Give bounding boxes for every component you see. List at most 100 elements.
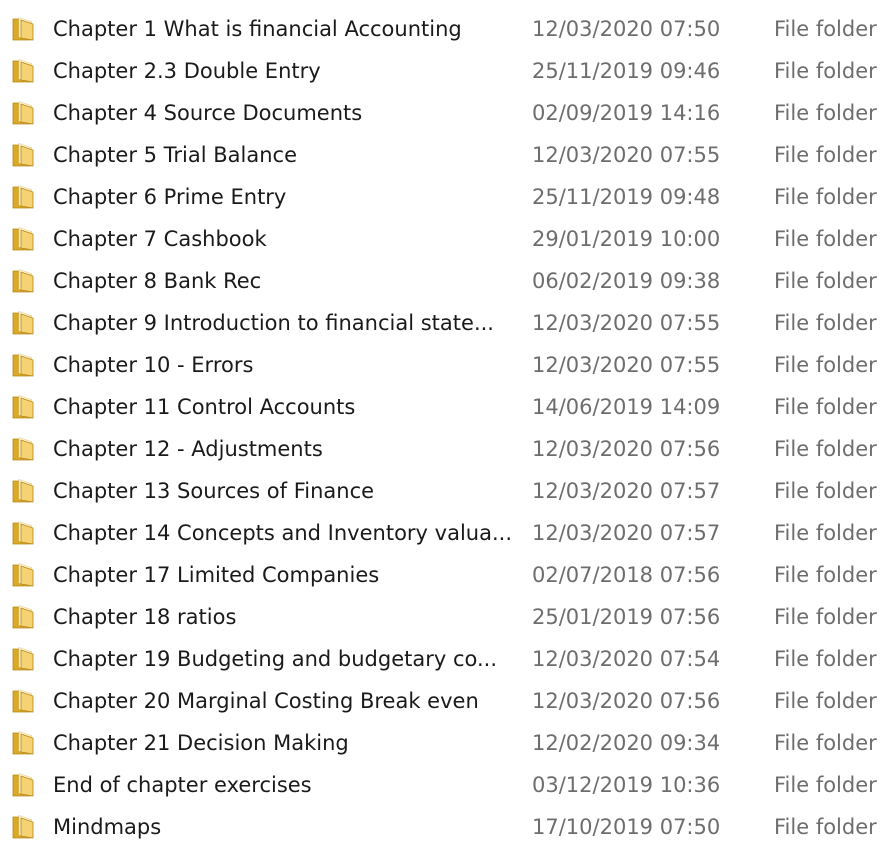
folder-icon <box>12 16 40 41</box>
date-modified: 12/03/2020 07:56 <box>532 437 721 461</box>
date-modified: 12/02/2020 09:34 <box>532 731 721 755</box>
folder-icon <box>12 394 40 419</box>
folder-icon <box>12 520 40 545</box>
file-row[interactable]: Chapter 5 Trial Balance 12/03/2020 07:55 F… <box>0 135 881 177</box>
folder-icon <box>12 268 40 293</box>
file-type: File folder <box>774 689 877 713</box>
file-type: File folder <box>774 605 877 629</box>
file-name: Chapter 11 Control Accounts <box>53 395 356 419</box>
file-name: Chapter 8 Bank Rec <box>53 269 262 293</box>
file-name: Chapter 14 Concepts and Inventory valua.… <box>53 521 512 545</box>
date-modified: 12/03/2020 07:55 <box>532 143 721 167</box>
file-type: File folder <box>774 437 877 461</box>
file-row[interactable]: Chapter 20 Marginal Costing Break even 12… <box>0 681 881 723</box>
folder-icon <box>12 226 40 251</box>
folder-icon <box>12 142 40 167</box>
file-type: File folder <box>774 773 877 797</box>
folder-icon <box>12 730 40 755</box>
date-modified: 25/11/2019 09:48 <box>532 185 721 209</box>
file-name: Chapter 21 Decision Making <box>53 731 349 755</box>
file-type: File folder <box>774 815 877 839</box>
file-name: Chapter 19 Budgeting and budgetary co... <box>53 647 498 671</box>
file-name: Chapter 13 Sources of Finance <box>53 479 375 503</box>
folder-icon <box>12 184 40 209</box>
folder-icon <box>12 646 40 671</box>
file-list: Chapter 1 What is financial Accounting 12… <box>0 9 881 849</box>
file-name: Chapter 17 Limited Companies <box>53 563 380 587</box>
file-type: File folder <box>774 563 877 587</box>
date-modified: 17/10/2019 07:50 <box>532 815 721 839</box>
file-row[interactable]: Chapter 17 Limited Companies 02/07/2018 0… <box>0 555 881 597</box>
date-modified: 12/03/2020 07:57 <box>532 521 721 545</box>
file-name: Chapter 6 Prime Entry <box>53 185 287 209</box>
folder-icon <box>12 310 40 335</box>
date-modified: 12/03/2020 07:57 <box>532 479 721 503</box>
file-row[interactable]: Chapter 18 ratios 25/01/2019 07:56 File fo… <box>0 597 881 639</box>
file-row[interactable]: Chapter 8 Bank Rec 06/02/2019 09:38 File f… <box>0 261 881 303</box>
folder-icon <box>12 688 40 713</box>
file-type: File folder <box>774 395 877 419</box>
date-modified: 02/07/2018 07:56 <box>532 563 721 587</box>
file-name: Chapter 20 Marginal Costing Break even <box>53 689 479 713</box>
folder-icon <box>12 604 40 629</box>
file-name: Chapter 12 - Adjustments <box>53 437 323 461</box>
date-modified: 12/03/2020 07:55 <box>532 353 721 377</box>
date-modified: 29/01/2019 10:00 <box>532 227 721 251</box>
file-row[interactable]: Chapter 6 Prime Entry 25/11/2019 09:48 Fil… <box>0 177 881 219</box>
file-row[interactable]: Chapter 11 Control Accounts 14/06/2019 14… <box>0 387 881 429</box>
file-row[interactable]: Chapter 10 - Errors 12/03/2020 07:55 File … <box>0 345 881 387</box>
file-type: File folder <box>774 59 877 83</box>
file-type: File folder <box>774 647 877 671</box>
file-row[interactable]: Chapter 12 - Adjustments 12/03/2020 07:56… <box>0 429 881 471</box>
file-type: File folder <box>774 143 877 167</box>
folder-icon <box>12 352 40 377</box>
folder-icon <box>12 436 40 461</box>
file-type: File folder <box>774 311 877 335</box>
date-modified: 25/01/2019 07:56 <box>532 605 721 629</box>
date-modified: 03/12/2019 10:36 <box>532 773 721 797</box>
file-type: File folder <box>774 101 877 125</box>
file-row[interactable]: Chapter 1 What is financial Accounting 12… <box>0 9 881 51</box>
file-type: File folder <box>774 269 877 293</box>
folder-icon <box>12 58 40 83</box>
file-type: File folder <box>774 521 877 545</box>
date-modified: 25/11/2019 09:46 <box>532 59 721 83</box>
file-row[interactable]: End of chapter exercises 03/12/2019 10:36… <box>0 765 881 807</box>
file-name: Chapter 7 Cashbook <box>53 227 267 251</box>
file-row[interactable]: Chapter 4 Source Documents 02/09/2019 14:… <box>0 93 881 135</box>
file-name: Chapter 9 Introduction to financial stat… <box>53 311 494 335</box>
file-row[interactable]: Chapter 21 Decision Making 12/02/2020 09:… <box>0 723 881 765</box>
file-name: Chapter 4 Source Documents <box>53 101 363 125</box>
file-type: File folder <box>774 353 877 377</box>
date-modified: 12/03/2020 07:55 <box>532 311 721 335</box>
file-type: File folder <box>774 227 877 251</box>
file-name: Chapter 10 - Errors <box>53 353 254 377</box>
date-modified: 14/06/2019 14:09 <box>532 395 721 419</box>
file-type: File folder <box>774 479 877 503</box>
file-name: Chapter 18 ratios <box>53 605 237 629</box>
file-row[interactable]: Chapter 7 Cashbook 29/01/2019 10:00 File f… <box>0 219 881 261</box>
folder-icon <box>12 478 40 503</box>
date-modified: 12/03/2020 07:56 <box>532 689 721 713</box>
date-modified: 02/09/2019 14:16 <box>532 101 721 125</box>
file-type: File folder <box>774 731 877 755</box>
folder-icon <box>12 772 40 797</box>
file-row[interactable]: Mindmaps 17/10/2019 07:50 File folder <box>0 807 881 849</box>
file-row[interactable]: Chapter 9 Introduction to financial stat… <box>0 303 881 345</box>
file-row[interactable]: Chapter 13 Sources of Finance 12/03/2020 … <box>0 471 881 513</box>
folder-icon <box>12 100 40 125</box>
file-row[interactable]: Chapter 2.3 Double Entry 25/11/2019 09:46… <box>0 51 881 93</box>
file-name: Chapter 5 Trial Balance <box>53 143 298 167</box>
file-type: File folder <box>774 17 877 41</box>
folder-icon <box>12 562 40 587</box>
date-modified: 12/03/2020 07:54 <box>532 647 721 671</box>
file-name: Chapter 1 What is financial Accounting <box>53 17 462 41</box>
file-name: Chapter 2.3 Double Entry <box>53 59 321 83</box>
file-name: End of chapter exercises <box>53 773 312 797</box>
file-type: File folder <box>774 185 877 209</box>
file-row[interactable]: Chapter 14 Concepts and Inventory valua.… <box>0 513 881 555</box>
folder-icon <box>12 814 40 839</box>
file-row[interactable]: Chapter 19 Budgeting and budgetary co...… <box>0 639 881 681</box>
date-modified: 06/02/2019 09:38 <box>532 269 721 293</box>
date-modified: 12/03/2020 07:50 <box>532 17 721 41</box>
